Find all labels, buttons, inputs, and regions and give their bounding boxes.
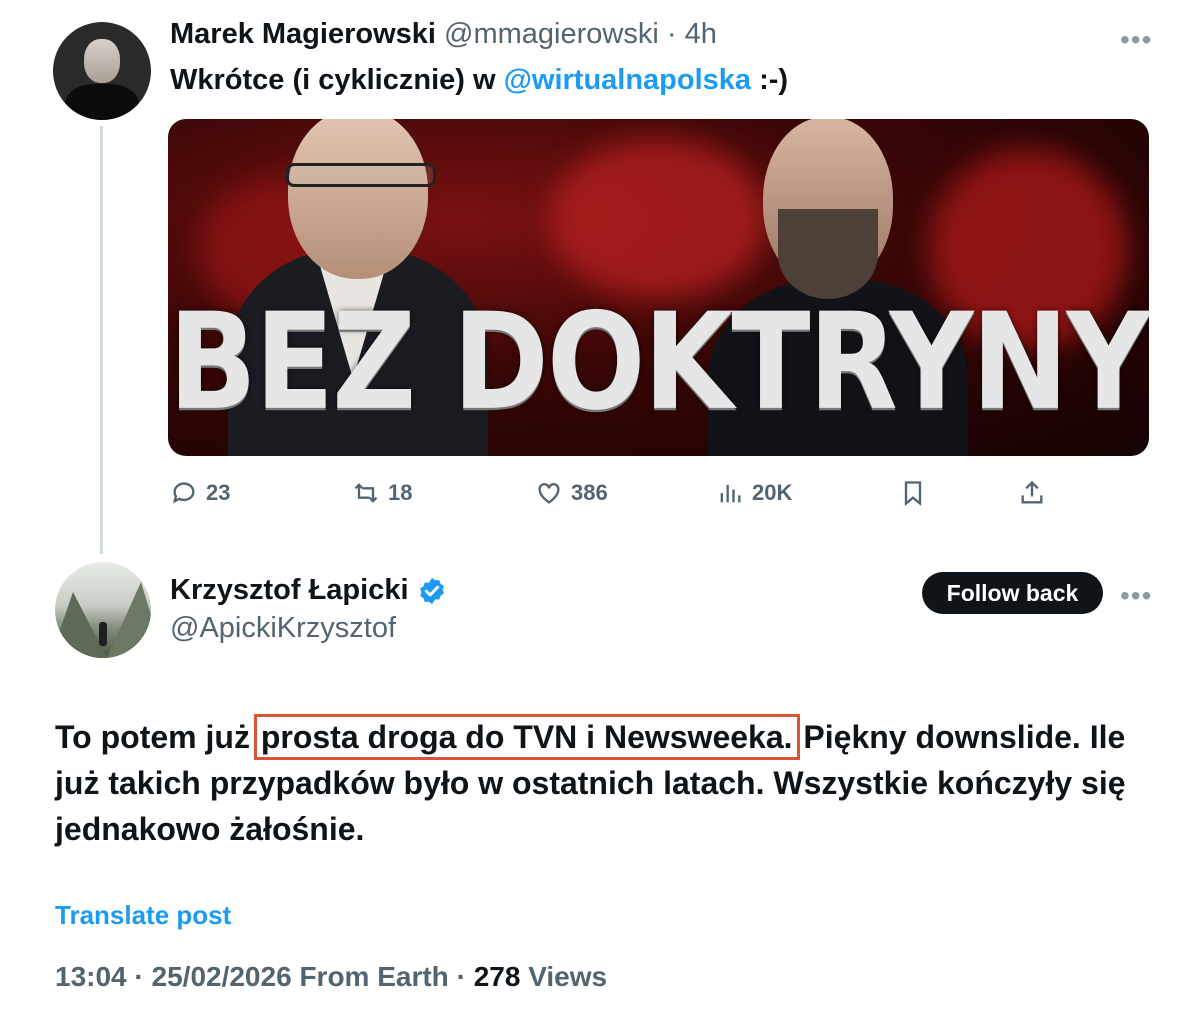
bookmark-button[interactable]: [899, 476, 927, 510]
tweet-media-image[interactable]: BEZ DOKTRYNY: [168, 119, 1149, 456]
tweet-text-end: :-): [751, 64, 789, 96]
avatar-marek[interactable]: [53, 22, 151, 120]
reply-author-name[interactable]: Krzysztof Łapicki: [170, 574, 409, 607]
reply-icon: [172, 482, 195, 504]
meta-date[interactable]: 25/02/2026: [152, 961, 292, 992]
reply-button[interactable]: 23: [170, 476, 230, 510]
thread-line: [100, 126, 103, 554]
reply-text: To potem już prosta droga do TVN i Newsw…: [55, 714, 1155, 852]
tweet-header: Marek Magierowski @mmagierowski · 4h: [170, 18, 717, 51]
meta-source: From Earth: [299, 961, 449, 992]
highlighted-phrase: prosta droga do TVN i Newsweeka.: [253, 714, 800, 760]
repost-count: 18: [388, 480, 413, 505]
bookmark-icon: [904, 481, 922, 506]
reply-text-start: To potem już: [55, 719, 259, 755]
avatar-krzysztof[interactable]: [55, 562, 151, 658]
like-button[interactable]: 386: [535, 476, 608, 510]
repost-button[interactable]: 18: [352, 476, 412, 510]
more-icon[interactable]: •••: [1120, 580, 1152, 612]
more-icon[interactable]: •••: [1120, 24, 1152, 56]
translate-post-link[interactable]: Translate post: [55, 900, 231, 931]
author-handle[interactable]: @mmagierowski: [444, 18, 659, 50]
reply-author-row: Krzysztof Łapicki: [170, 574, 447, 607]
tweet-text-start: Wkrótce (i cyklicznie) w: [170, 64, 504, 96]
tweet-time[interactable]: 4h: [685, 18, 717, 50]
tweet-meta: 13:04 · 25/02/2026 From Earth · 278 View…: [55, 961, 607, 993]
share-button[interactable]: [1018, 476, 1046, 510]
media-title: BEZ DOKTRYNY: [168, 284, 1149, 441]
repost-icon: [354, 483, 378, 503]
reply-count: 23: [206, 480, 231, 505]
meta-separator: ·: [456, 961, 466, 992]
share-icon: [1021, 480, 1043, 504]
views-count-short: 20K: [752, 480, 793, 505]
reply-author-handle[interactable]: @ApickiKrzysztof: [170, 612, 396, 645]
views-count: 278: [473, 961, 521, 992]
meta-separator: ·: [134, 961, 144, 992]
like-count: 386: [571, 480, 608, 505]
views-icon: [720, 484, 741, 503]
views-button[interactable]: 20K: [716, 476, 792, 510]
like-icon: [538, 483, 560, 504]
tweet-text: Wkrótce (i cyklicznie) w @wirtualnapolsk…: [170, 64, 788, 97]
meta-time[interactable]: 13:04: [55, 961, 127, 992]
follow-back-button[interactable]: Follow back: [922, 572, 1103, 614]
mention-link[interactable]: @wirtualnapolska: [504, 64, 751, 96]
views-label: Views: [528, 961, 608, 992]
author-name[interactable]: Marek Magierowski: [170, 18, 436, 50]
verified-badge-icon[interactable]: [417, 576, 447, 606]
separator: ·: [666, 18, 677, 50]
